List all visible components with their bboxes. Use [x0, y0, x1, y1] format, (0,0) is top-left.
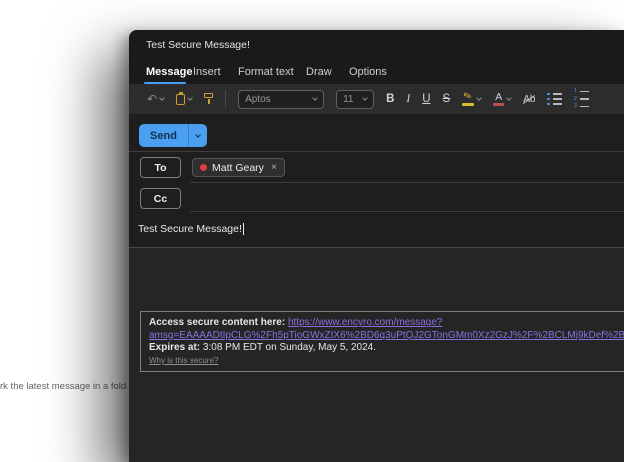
message-body[interactable]: Access secure content here: https://www.… [129, 248, 624, 462]
format-painter-button[interactable] [204, 93, 214, 105]
format-painter-icon [204, 93, 214, 105]
undo-icon: ↶ [147, 92, 158, 106]
font-size-value: 11 [343, 93, 354, 105]
why-secure-link[interactable]: Why is this secure? [149, 355, 617, 368]
recipient-pill[interactable]: Matt Geary × [192, 158, 285, 177]
font-name-value: Aptos [245, 93, 271, 105]
strikethrough-button[interactable]: S [443, 93, 451, 105]
expires-value: 3:08 PM EDT on Sunday, May 5, 2024. [202, 342, 376, 354]
subject-input[interactable]: Test Secure Message! [138, 223, 244, 235]
to-button[interactable]: To [140, 157, 181, 178]
formatting-toolbar: ↶ Aptos 11 B I U S ✎ A Ab 1 2 3 [129, 84, 624, 114]
chevron-down-icon [187, 95, 193, 101]
secure-link-continued[interactable]: amsg=EAAAADtIpCLG%2Fh5pTioGWxZIX6%2BD6q3… [149, 330, 624, 343]
tab-options[interactable]: Options [349, 66, 387, 78]
secure-link-box: Access secure content here: https://www.… [140, 311, 624, 372]
highlighter-icon: ✎ [462, 90, 475, 106]
remove-recipient-icon[interactable]: × [271, 162, 277, 173]
secure-line-1: Access secure content here: https://www.… [149, 317, 617, 330]
font-size-select[interactable]: 11 [336, 89, 375, 109]
numbered-list-button[interactable]: 1 2 3 [574, 89, 589, 109]
chevron-down-icon [362, 95, 368, 101]
tab-format-text[interactable]: Format text [238, 66, 294, 78]
font-color-button[interactable]: A [493, 92, 513, 107]
compose-header-fields: Send To Matt Geary × Cc Test Secure Mess… [129, 114, 624, 248]
chevron-down-icon [159, 95, 165, 101]
toolbar-divider [225, 90, 227, 108]
field-divider [190, 211, 624, 212]
expires-label: Expires at: [149, 342, 201, 354]
cc-button[interactable]: Cc [140, 188, 181, 209]
tab-insert[interactable]: Insert [193, 66, 221, 78]
underline-button[interactable]: U [422, 93, 430, 105]
access-label: Access secure content here: [149, 317, 286, 328]
bullet-list-button[interactable] [547, 92, 562, 106]
field-divider [190, 182, 624, 183]
tab-draw[interactable]: Draw [306, 66, 332, 78]
italic-button[interactable]: I [406, 93, 410, 105]
send-options-dropdown[interactable] [188, 124, 207, 147]
send-button[interactable]: Send [139, 124, 188, 147]
font-name-select[interactable]: Aptos [238, 89, 325, 109]
subject-text: Test Secure Message! [138, 223, 242, 235]
undo-button[interactable]: ↶ [147, 92, 165, 106]
paste-button[interactable] [176, 92, 193, 105]
compose-window: Test Secure Message! Message Insert Form… [129, 30, 624, 462]
clipboard-icon [176, 92, 186, 105]
tab-message[interactable]: Message [146, 66, 192, 78]
font-color-icon: A [493, 92, 505, 107]
expires-line: Expires at: 3:08 PM EDT on Sunday, May 5… [149, 342, 617, 355]
chevron-down-icon [312, 95, 318, 101]
window-title: Test Secure Message! [146, 39, 250, 51]
field-divider [129, 151, 624, 152]
chevron-down-icon [506, 95, 513, 101]
text-cursor [242, 223, 244, 235]
send-split-button: Send [139, 124, 207, 147]
ribbon-tabs: Message Insert Format text Draw Options [129, 60, 624, 84]
clear-formatting-button[interactable]: Ab [523, 94, 535, 105]
chevron-down-icon [195, 131, 201, 138]
secure-link[interactable]: https://www.encyro.com/message? [288, 317, 443, 328]
highlight-button[interactable]: ✎ [462, 90, 483, 106]
chevron-down-icon [476, 95, 483, 101]
presence-indicator-icon [200, 164, 207, 171]
title-bar[interactable]: Test Secure Message! [129, 30, 624, 60]
recipient-name: Matt Geary [212, 161, 264, 174]
bold-button[interactable]: B [386, 93, 394, 105]
background-window-text: rk the latest message in a folder a [0, 381, 127, 392]
